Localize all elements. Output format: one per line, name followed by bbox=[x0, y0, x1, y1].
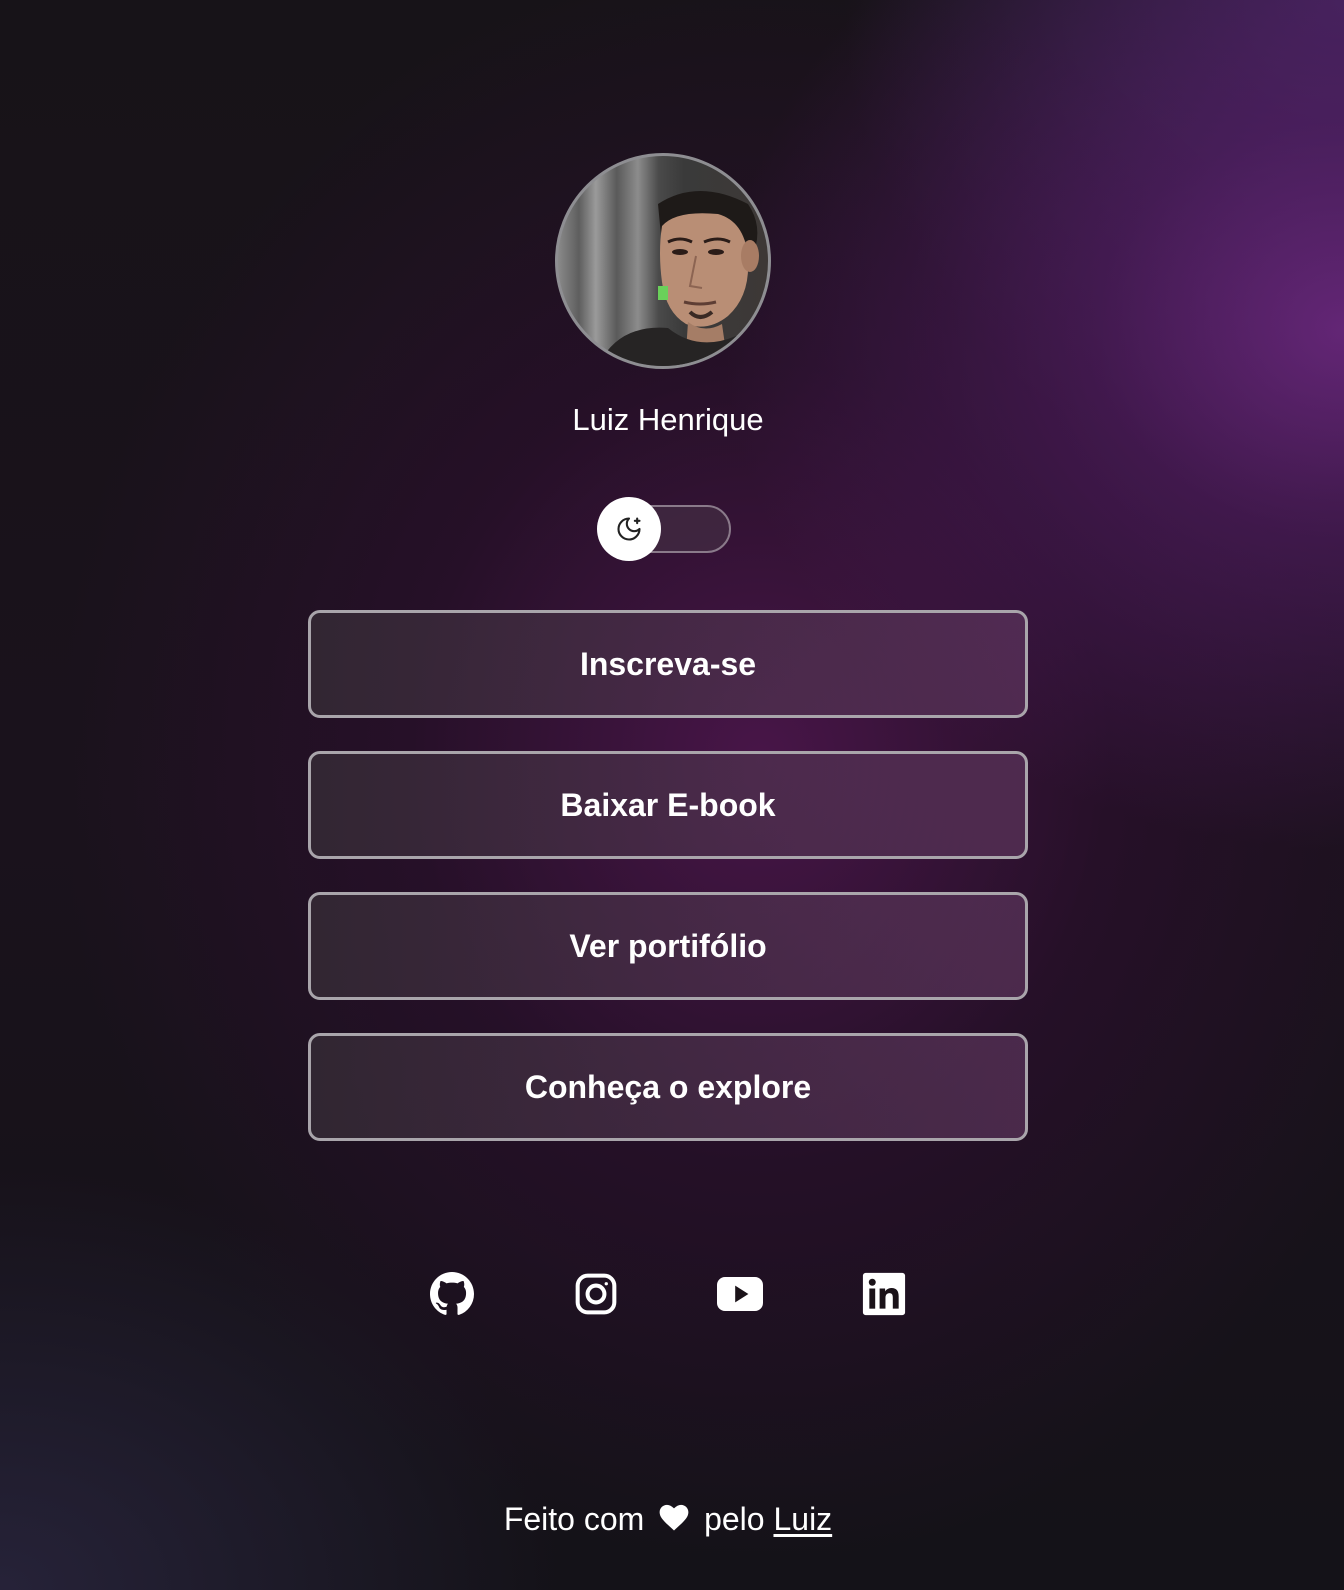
subscribe-button[interactable]: Inscreva-se bbox=[308, 610, 1028, 718]
youtube-icon bbox=[717, 1277, 763, 1311]
download-ebook-button[interactable]: Baixar E-book bbox=[308, 751, 1028, 859]
theme-toggle-knob[interactable] bbox=[597, 497, 661, 561]
youtube-link[interactable] bbox=[716, 1270, 764, 1318]
footer-prefix: Feito com bbox=[503, 1501, 645, 1537]
instagram-link[interactable] bbox=[572, 1270, 620, 1318]
profile-avatar bbox=[555, 153, 771, 369]
explore-button[interactable]: Conheça o explore bbox=[308, 1033, 1028, 1141]
view-portfolio-button[interactable]: Ver portifólio bbox=[308, 892, 1028, 1000]
theme-toggle[interactable] bbox=[597, 497, 731, 561]
heart-icon bbox=[659, 1502, 689, 1540]
linkedin-icon bbox=[862, 1272, 906, 1316]
footer: Feito com pelo Luiz bbox=[0, 1500, 1336, 1540]
profile-name: Luiz Henrique bbox=[572, 402, 764, 437]
github-icon bbox=[430, 1272, 474, 1315]
instagram-icon bbox=[575, 1273, 617, 1315]
moon-stars-icon bbox=[617, 517, 641, 541]
footer-author-link[interactable]: Luiz bbox=[773, 1501, 832, 1537]
github-link[interactable] bbox=[428, 1270, 476, 1318]
linkedin-link[interactable] bbox=[860, 1270, 908, 1318]
footer-middle: pelo bbox=[704, 1501, 765, 1537]
